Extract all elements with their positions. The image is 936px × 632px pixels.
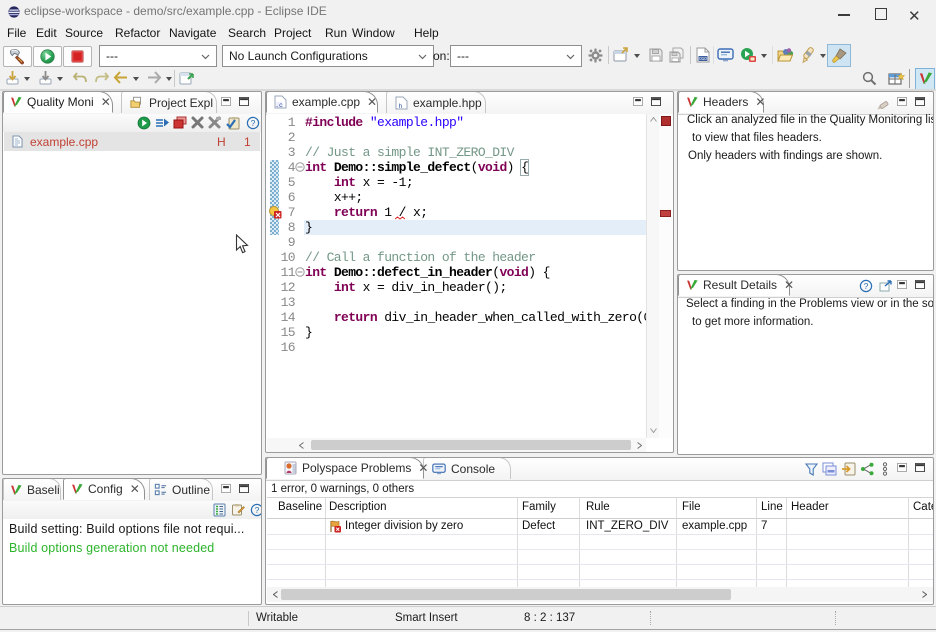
svg-text:010: 010	[699, 56, 707, 61]
svg-text:h: h	[399, 103, 403, 110]
svg-text:?: ?	[864, 281, 869, 291]
svg-text:.c: .c	[275, 102, 283, 109]
svg-text:?: ?	[255, 505, 260, 515]
svg-text:?: ?	[251, 118, 256, 128]
